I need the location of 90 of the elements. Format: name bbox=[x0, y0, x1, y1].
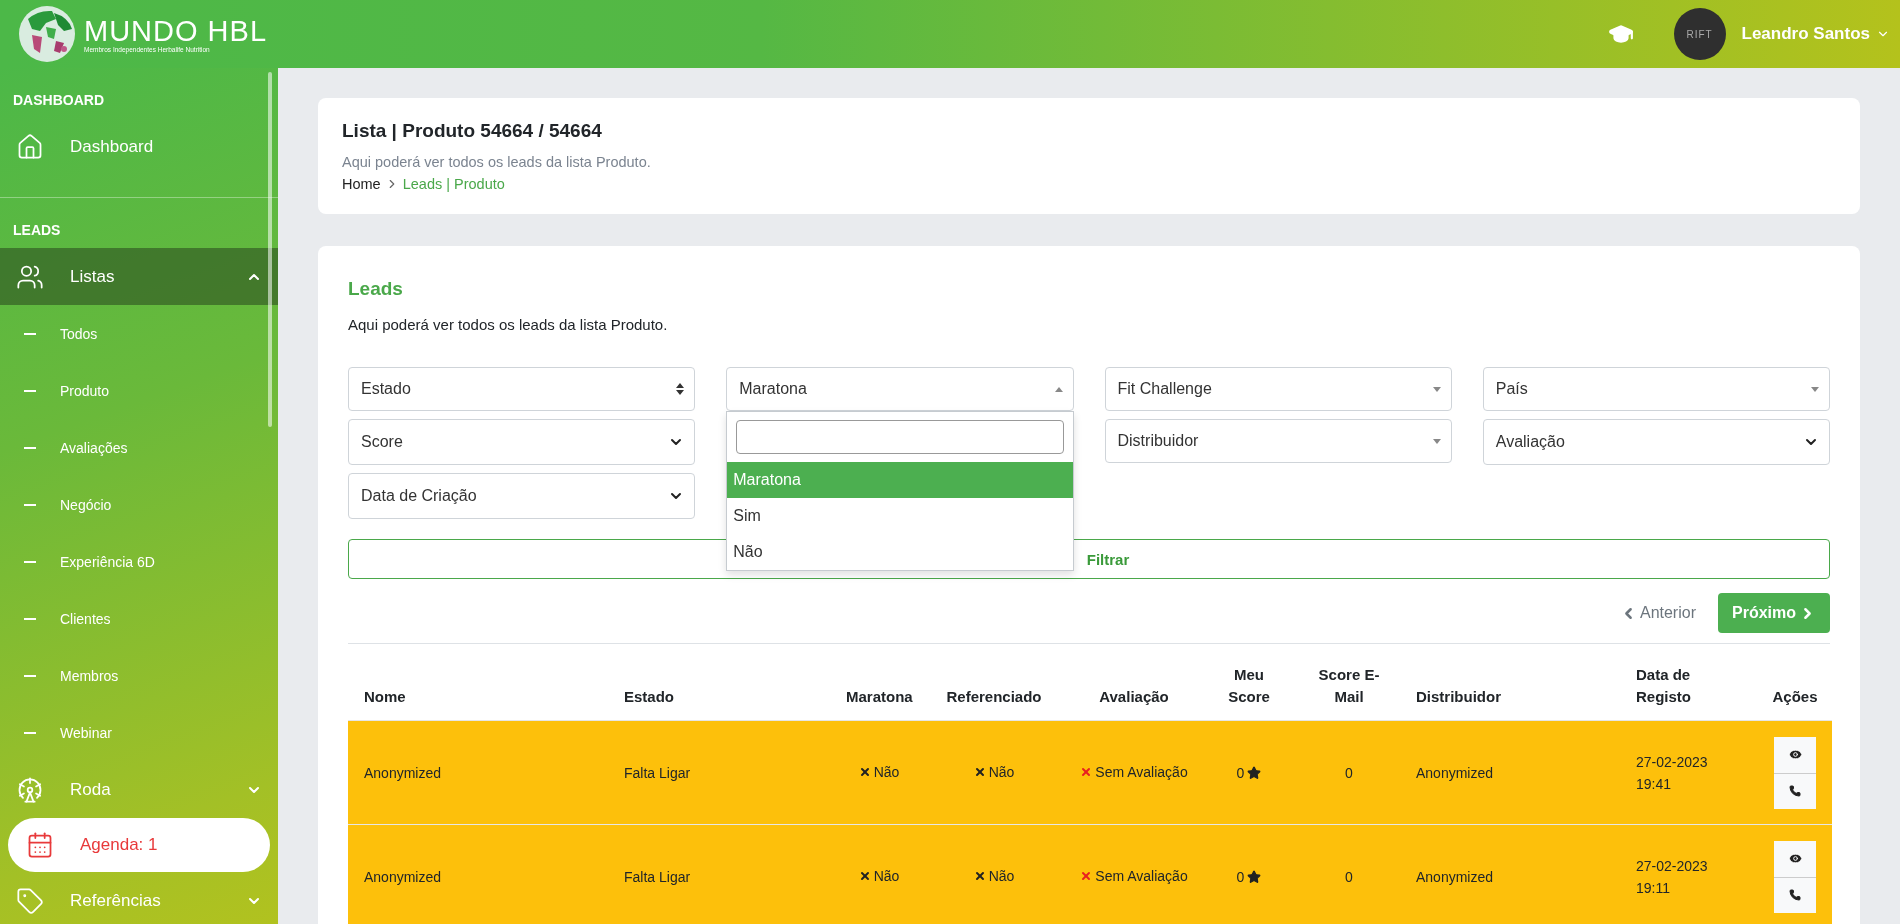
sidebar-item[interactable]: Referências bbox=[0, 872, 278, 924]
tag-icon bbox=[16, 886, 44, 915]
table-cell: 0 bbox=[1200, 824, 1290, 924]
sidebar-subitem[interactable]: Webinar bbox=[0, 704, 278, 761]
table-cell: Anonymized bbox=[348, 824, 608, 924]
filter-select[interactable]: Estado bbox=[348, 367, 696, 411]
view-button[interactable] bbox=[1774, 840, 1816, 877]
filter-select[interactable]: Score bbox=[348, 419, 696, 465]
leads-description: Aqui poderá ver todos os leads da lista Produto. bbox=[348, 316, 669, 333]
brand-name: MUNDO HBL bbox=[84, 15, 267, 46]
cross-icon bbox=[973, 766, 986, 778]
column-header: Estado bbox=[608, 654, 830, 721]
page-title: Lista | Produto 54664 / 54664 bbox=[342, 120, 603, 142]
filter-select[interactable]: Data de Criação bbox=[348, 473, 696, 519]
column-header: Avaliação bbox=[1060, 654, 1200, 721]
globe-logo-icon bbox=[18, 5, 76, 63]
sidebar-subitem[interactable]: Produto bbox=[0, 362, 278, 419]
column-header: Nome bbox=[348, 654, 608, 721]
sidebar-subitem[interactable]: Clientes bbox=[0, 590, 278, 647]
column-header: Meu Score bbox=[1200, 654, 1290, 721]
page-subtitle: Aqui poderá ver todos os leads da lista Produto. bbox=[342, 154, 652, 170]
calendar-icon bbox=[26, 831, 54, 859]
sidebar-subitem[interactable]: Experiência 6D bbox=[0, 533, 278, 590]
cross-icon bbox=[858, 870, 871, 883]
sidebar-item[interactable]: Listas bbox=[0, 248, 278, 305]
caret-down-icon bbox=[1432, 386, 1441, 392]
caret-down-icon bbox=[1432, 438, 1441, 444]
sidebar-item[interactable]: Roda bbox=[0, 761, 278, 818]
section-title: LEADS bbox=[12, 222, 62, 238]
dropdown-option[interactable]: Sim bbox=[727, 498, 1073, 534]
sidebar-subitem[interactable]: Membros bbox=[0, 647, 278, 704]
agenda-item[interactable]: Agenda: 1 bbox=[8, 818, 270, 872]
filter-select[interactable]: Avaliação bbox=[1482, 419, 1830, 465]
table-cell: Sem Avaliação bbox=[1060, 720, 1200, 825]
call-button[interactable] bbox=[1774, 876, 1816, 913]
table-cell: Não bbox=[920, 824, 1060, 924]
table-cell: Falta Ligar bbox=[608, 824, 830, 924]
table-cell: Anonymized bbox=[1400, 720, 1620, 825]
column-header: Referenciado bbox=[920, 654, 1060, 721]
filter-select[interactable]: Fit Challenge bbox=[1104, 367, 1452, 411]
sidebar-subitem[interactable]: Avaliações bbox=[0, 419, 278, 476]
phone-icon bbox=[1789, 889, 1801, 902]
table-cell: Não bbox=[830, 720, 920, 825]
caret-down-icon bbox=[1811, 386, 1819, 392]
table-cell: 0 bbox=[1290, 824, 1400, 924]
breadcrumb-link[interactable]: Leads | Produto bbox=[402, 176, 505, 192]
table-cell: Anonymized bbox=[1400, 824, 1620, 924]
caret-up-icon bbox=[1054, 386, 1063, 392]
sidebar-item[interactable]: Dashboard bbox=[0, 118, 278, 175]
table-cell: Anonymized bbox=[348, 720, 608, 825]
dropdown-option[interactable]: Não bbox=[727, 534, 1073, 570]
phone-icon bbox=[1789, 785, 1801, 797]
search-field[interactable] bbox=[736, 420, 1064, 454]
cross-icon bbox=[1080, 766, 1093, 778]
table-cell: Falta Ligar bbox=[608, 720, 830, 825]
filter-select[interactable]: País bbox=[1482, 367, 1830, 411]
cross-icon bbox=[858, 766, 871, 778]
table-cell: 0 bbox=[1200, 720, 1290, 825]
eye-icon bbox=[1787, 747, 1803, 762]
star-icon bbox=[1247, 765, 1262, 780]
sidebar-subitem[interactable]: Negócio bbox=[0, 476, 278, 533]
column-header: Distribuidor bbox=[1400, 654, 1620, 721]
call-button[interactable] bbox=[1774, 772, 1816, 809]
user-menu[interactable]: Leandro Santos bbox=[1741, 24, 1890, 44]
cross-icon bbox=[1080, 870, 1093, 883]
column-header: Data de Registo bbox=[1620, 654, 1750, 721]
star-icon bbox=[1247, 869, 1262, 884]
breadcrumb-link[interactable]: Home bbox=[342, 176, 381, 192]
ferris-wheel-icon bbox=[16, 775, 44, 804]
dropdown-option[interactable]: Maratona bbox=[727, 462, 1073, 498]
table-cell: 0 bbox=[1290, 720, 1400, 825]
sort-arrows-icon bbox=[676, 383, 685, 395]
filter-select[interactable]: Distribuidor bbox=[1104, 419, 1452, 463]
column-header: Maratona bbox=[830, 654, 920, 721]
table-cell: Não bbox=[830, 824, 920, 924]
section-title: DASHBOARD bbox=[12, 92, 105, 108]
next-button[interactable]: Próximo bbox=[1718, 593, 1830, 633]
sidebar-subitem[interactable]: Todos bbox=[0, 305, 278, 362]
table-cell: 27-02-2023 19:11 bbox=[1620, 824, 1750, 924]
leads-title: Leads bbox=[348, 278, 404, 300]
column-header: Score E-Mail bbox=[1290, 654, 1400, 721]
table-cell: Sem Avaliação bbox=[1060, 824, 1200, 924]
table-cell: 27-02-2023 19:41 bbox=[1620, 720, 1750, 825]
table-cell: Não bbox=[920, 720, 1060, 825]
column-header: Ações bbox=[1750, 654, 1832, 721]
scrollbar[interactable] bbox=[268, 72, 272, 427]
home-icon bbox=[16, 132, 44, 161]
user-avatar[interactable]: RIFT bbox=[1673, 8, 1726, 60]
cross-icon bbox=[973, 870, 986, 883]
view-button[interactable] bbox=[1774, 736, 1816, 773]
